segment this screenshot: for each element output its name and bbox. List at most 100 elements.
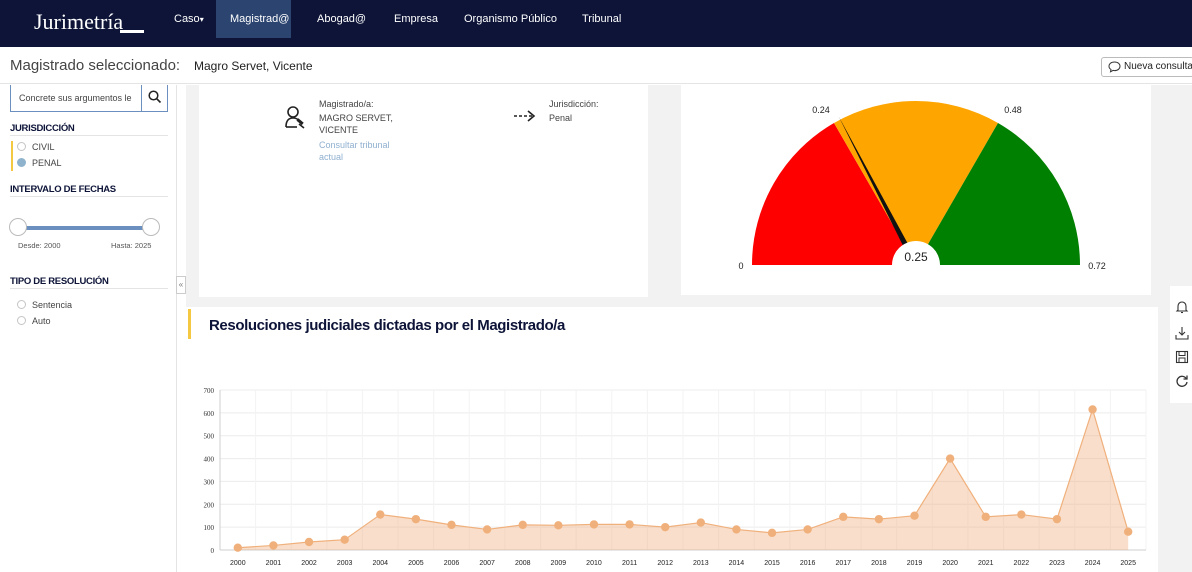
magistrate-name-line1: MAGRO SERVET, — [319, 113, 393, 123]
data-point[interactable] — [1052, 514, 1062, 524]
x-tick-label: 2013 — [693, 560, 709, 567]
chevron-down-icon: ▾ — [199, 15, 204, 24]
date-range-end-handle[interactable] — [142, 218, 160, 236]
resolutions-area-chart: 0 100 200 300 400 500 600 700 2000 2001 2002 2003 20… — [204, 387, 1147, 567]
radio-auto-dot[interactable] — [17, 316, 26, 325]
jurisdiction-label: Jurisdicción: — [549, 99, 599, 109]
data-point[interactable] — [340, 535, 349, 544]
data-point[interactable] — [696, 518, 706, 527]
x-tick-label: 2025 — [1120, 560, 1136, 567]
judge-icon — [285, 106, 305, 129]
divider — [10, 135, 168, 136]
y-tick-label: 200 — [204, 501, 215, 509]
nav-abogado-label: Abogad@ — [317, 13, 367, 25]
divider — [10, 288, 168, 289]
data-point[interactable] — [839, 512, 848, 522]
x-tick-label: 2003 — [337, 560, 353, 567]
x-tick-label: 2023 — [1049, 560, 1065, 567]
date-range-start-handle[interactable] — [9, 218, 27, 236]
data-point[interactable] — [625, 520, 634, 529]
search-button[interactable] — [141, 85, 167, 111]
radio-penal-dot[interactable] — [17, 158, 26, 167]
x-tick-label: 2024 — [1085, 560, 1101, 567]
data-point[interactable] — [1123, 527, 1133, 536]
radio-sentencia-dot[interactable] — [17, 300, 26, 309]
x-tick-label: 2022 — [1014, 560, 1030, 567]
arrow-right-icon — [514, 110, 536, 122]
page-title: Magistrado seleccionado: — [10, 57, 181, 74]
nav-caso-label: Caso — [174, 13, 200, 25]
data-point[interactable] — [732, 525, 741, 534]
x-tick-label: 2004 — [372, 560, 388, 567]
x-tick-label: 2016 — [800, 560, 816, 567]
radio-civil-dot[interactable] — [17, 142, 26, 151]
date-range-slider-track[interactable] — [18, 226, 150, 230]
nav-empresa[interactable]: Empresa — [380, 0, 452, 38]
x-tick-label: 2008 — [515, 560, 531, 567]
radio-sentencia-label: Sentencia — [32, 300, 73, 310]
chat-bubble-icon — [1108, 61, 1121, 73]
data-point[interactable] — [910, 511, 919, 520]
data-point[interactable] — [660, 522, 670, 532]
nav-abogado[interactable]: Abogad@ — [303, 0, 380, 38]
data-point[interactable] — [803, 525, 812, 534]
data-point[interactable] — [376, 510, 385, 519]
refresh-icon[interactable] — [1175, 374, 1189, 388]
x-tick-label: 2015 — [764, 560, 780, 567]
nav-caso[interactable]: Caso▾ — [160, 0, 218, 38]
x-tick-label: 2019 — [907, 560, 923, 567]
search-input[interactable]: Concrete sus argumentos le — [19, 93, 132, 103]
nav-magistrado[interactable]: Magistrad@ — [216, 0, 291, 38]
data-point[interactable] — [233, 543, 243, 552]
data-point[interactable] — [269, 541, 278, 550]
app-logo[interactable]: Jurimetría — [34, 9, 123, 35]
data-point[interactable] — [447, 520, 456, 530]
y-tick-label: 600 — [204, 410, 215, 418]
search-box[interactable]: Concrete sus argumentos le — [10, 85, 168, 112]
radio-civil-label: CIVIL — [32, 142, 55, 152]
data-point[interactable] — [1088, 405, 1097, 414]
data-point[interactable] — [411, 514, 421, 524]
data-point[interactable] — [518, 520, 527, 530]
jurisdiccion-accent-bar — [11, 141, 13, 171]
data-point[interactable] — [945, 454, 955, 463]
data-point[interactable] — [767, 528, 777, 538]
x-tick-label: 2018 — [871, 560, 887, 567]
data-point[interactable] — [1017, 510, 1026, 519]
sidebar-collapse-button[interactable]: « — [176, 276, 186, 294]
nav-tribunal-label: Tribunal — [582, 13, 622, 25]
data-point[interactable] — [482, 525, 492, 534]
gauge-card: 0.25 0 0.72 0.24 0.48 — [681, 85, 1151, 295]
x-tick-label: 2001 — [266, 560, 282, 567]
data-point[interactable] — [304, 537, 314, 547]
consult-tribunal-link[interactable]: Consultar tribunal — [319, 140, 390, 151]
y-tick-label: 400 — [204, 456, 215, 464]
consult-tribunal-link-line2[interactable]: actual — [319, 152, 343, 163]
chart-title: Resoluciones judiciales dictadas por el … — [209, 317, 565, 334]
magistrate-info-card: Magistrado/a: MAGRO SERVET, VICENTE Cons… — [199, 85, 648, 297]
x-tick-label: 2006 — [444, 560, 460, 567]
gauge-center-cap — [892, 241, 940, 289]
data-point[interactable] — [589, 520, 599, 529]
save-icon[interactable] — [1175, 350, 1189, 364]
data-point[interactable] — [981, 512, 990, 522]
bell-icon[interactable] — [1175, 300, 1189, 314]
gauge-value-label: 0.25 — [904, 250, 928, 264]
filter-sidebar: Concrete sus argumentos le JURISDICCIÓN … — [0, 85, 177, 572]
date-from-label: Desde: 2000 — [18, 241, 61, 250]
date-to-label: Hasta: 2025 — [111, 241, 152, 250]
gauge-threshold-high-label: 0.48 — [1004, 105, 1022, 115]
data-point[interactable] — [554, 521, 563, 530]
nav-organismo-publico[interactable]: Organismo Público — [450, 0, 571, 38]
new-query-button[interactable]: Nueva consulta — [1101, 57, 1192, 77]
nav-tribunal[interactable]: Tribunal — [568, 0, 635, 38]
logo-underline — [120, 30, 144, 33]
radio-penal-label: PENAL — [32, 158, 62, 168]
gauge-min-label: 0 — [738, 261, 743, 271]
y-tick-label: 500 — [204, 433, 215, 441]
data-point[interactable] — [874, 514, 884, 524]
gauge-max-label: 0.72 — [1088, 261, 1106, 271]
gauge-chart: 0.25 0 0.72 0.24 0.48 — [738, 100, 1106, 289]
download-icon[interactable] — [1175, 326, 1189, 340]
x-tick-label: 2002 — [301, 560, 317, 567]
